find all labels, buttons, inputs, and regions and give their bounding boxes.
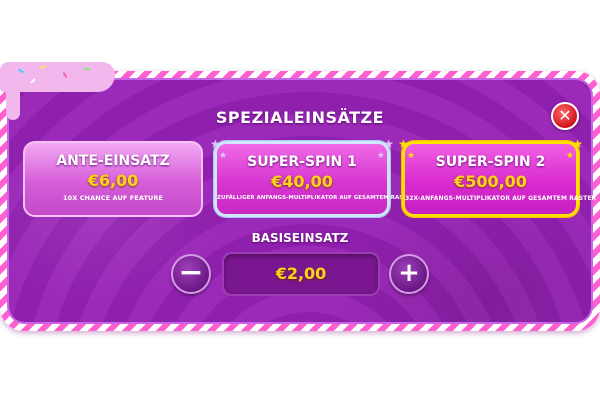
star-icon: ★	[565, 151, 574, 161]
plus-icon: +	[398, 258, 420, 288]
star-icon: ★	[407, 151, 416, 161]
card-title: ANTE-EINSATZ	[56, 153, 170, 169]
increase-bet-button[interactable]: +	[389, 254, 429, 294]
card-description: 32X-ANFANGS-MULTIPLIKATOR AUF GESAMTEM R…	[405, 195, 597, 202]
close-button[interactable]: ✕	[551, 102, 579, 130]
card-description: ZUFÄLLIGER ANFANGS-MULTIPLIKATOR AUF GES…	[217, 195, 416, 201]
star-icon: ★	[572, 137, 583, 151]
card-super-spin-2[interactable]: ★ ★ ★ ★ SUPER-SPIN 2 €500,00 32X-ANFANGS…	[398, 138, 597, 217]
card-price: €500,00	[454, 172, 527, 191]
card-super-spin-1[interactable]: ★ ★ ★ ★ SUPER-SPIN 1 €40,00 ZUFÄLLIGER A…	[210, 138, 416, 217]
star-icon: ★	[383, 137, 394, 151]
icing-decoration	[0, 62, 115, 120]
star-icon: ★	[219, 151, 228, 161]
star-icon: ★	[376, 151, 385, 161]
card-title: SUPER-SPIN 1	[247, 154, 357, 170]
card-description: 10X CHANCE AUF FEATURE	[62, 194, 164, 202]
minus-icon: −	[178, 255, 204, 290]
close-x-icon: ✕	[558, 106, 572, 125]
decrease-bet-button[interactable]: −	[171, 254, 211, 294]
base-bet-label: BASISEINSATZ	[251, 231, 349, 245]
star-icon: ★	[398, 137, 409, 151]
dialog-title: SPEZIALEINSÄTZE	[215, 108, 385, 127]
card-title: SUPER-SPIN 2	[435, 154, 546, 170]
card-price: €40,00	[271, 172, 333, 191]
card-price: €6,00	[87, 171, 139, 190]
card-ante-bet[interactable]: ANTE-EINSATZ €6,00 10X CHANCE AUF FEATUR…	[23, 141, 203, 217]
base-bet-value: €2,00	[222, 252, 380, 296]
star-icon: ★	[210, 137, 221, 151]
